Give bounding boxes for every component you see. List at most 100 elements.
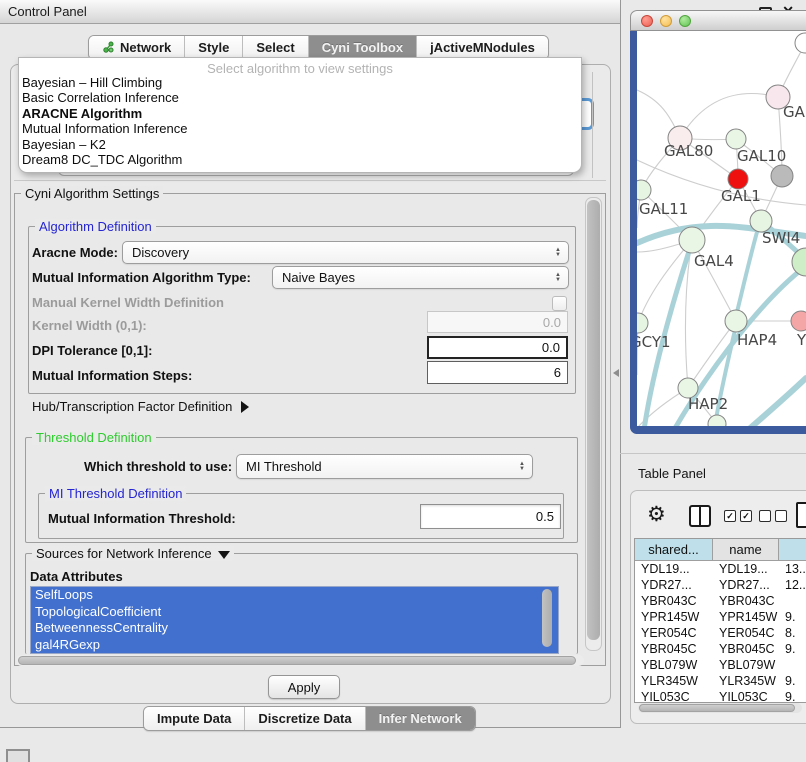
table-row-ypr145w[interactable]: YPR145WYPR145W9. [635,609,806,625]
algorithm-option-dream8-dc-tdc-algorithm[interactable]: Dream8 DC_TDC Algorithm [19,152,581,167]
expand-right-icon[interactable] [241,401,249,413]
network-edge[interactable] [638,240,692,323]
bottom-tab-discretize-data-label: Discretize Data [258,711,351,726]
node-attribute-table[interactable]: shared...name YDL19...YDL19...13...YDR27… [634,538,806,703]
network-edge-highlighted[interactable] [737,232,757,312]
zoom-traffic-light-icon[interactable] [679,15,691,27]
node-label-gal10: GAL10 [737,147,786,165]
table-row-ydr27[interactable]: YDR27...YDR27...12... [635,577,806,593]
which-threshold-select[interactable]: MI Threshold ▲▼ [236,454,533,479]
network-node-salmon-node[interactable] [791,311,806,331]
gear-icon[interactable]: ⚙ [647,502,666,527]
tab-network[interactable]: Network [89,36,184,59]
table-row-yer054c[interactable]: YER054CYER054C8. [635,625,806,641]
table-cell: 9. [779,689,806,703]
bottom-tab-discretize-data[interactable]: Discretize Data [244,707,364,730]
attribute-item-gal4rgexp[interactable]: gal4RGexp [31,637,558,654]
bottom-tab-bar: Impute Data Discretize Data Infer Network [143,706,476,731]
apply-button[interactable]: Apply [268,675,340,699]
node-label-gcy1: GCY1 [637,333,671,351]
table-cell: 12... [779,577,806,593]
hub-transcription-factor-section[interactable]: Hub/Transcription Factor Definition [32,399,249,414]
table-cell: YBR045C [635,641,713,657]
network-window-titlebar[interactable] [630,10,806,31]
mi-threshold-input[interactable]: 0.5 [420,504,561,529]
table-row-ybr043c[interactable]: YBR043CYBR043C [635,593,806,609]
node-label-gal80: GAL80 [664,142,713,160]
algorithm-dropdown-popup: Select algorithm to view settings Bayesi… [18,57,582,173]
collapse-down-icon[interactable] [218,551,230,559]
algorithm-option-mutual-information-inference[interactable]: Mutual Information Inference [19,121,581,136]
table-cell: 9. [779,609,806,625]
attribute-item-topologicalcoefficient[interactable]: TopologicalCoefficient [31,604,558,621]
network-edge-highlighted[interactable] [748,378,806,426]
mi-algorithm-type-label: Mutual Information Algorithm Type: [32,270,251,285]
column-header-2[interactable] [779,539,806,561]
column-header-name[interactable]: name [713,539,779,561]
settings-vertical-scrollbar[interactable] [585,197,602,651]
network-node-gcy1[interactable] [637,313,648,333]
control-panel-title: Control Panel [8,4,87,19]
dpi-tolerance-input[interactable]: 0.0 [427,336,568,359]
threshold-definition-title: Threshold Definition [32,430,156,445]
node-label-gal4: GAL4 [694,252,734,270]
tab-select-label: Select [256,40,294,55]
tab-network-label: Network [120,40,171,55]
algorithm-option-aracne-algorithm[interactable]: ARACNE Algorithm [19,106,581,121]
data-attributes-label: Data Attributes [30,569,123,584]
attribute-item-selfloops[interactable]: SelfLoops [31,587,558,604]
table-horizontal-scrollbar[interactable] [638,703,802,713]
aracne-mode-select[interactable]: Discovery ▲▼ [122,241,569,264]
select-columns-icon[interactable]: ✓✓ [724,510,752,522]
network-node-hap4[interactable] [725,310,747,332]
network-node-top-partial[interactable] [795,33,806,53]
data-attributes-list[interactable]: SelfLoopsTopologicalCoefficientBetweenne… [30,586,559,654]
table-cell: YDR27... [713,577,779,593]
table-cell [779,657,806,673]
control-panel-titlebar[interactable]: Control Panel [0,0,620,24]
column-header-shared[interactable]: shared... [635,539,713,561]
table-row-yil053c[interactable]: YIL053CYIL053C9. [635,689,806,703]
sources-title[interactable]: Sources for Network Inference [32,546,234,561]
table-cell: 8. [779,625,806,641]
network-node-gal10[interactable] [726,129,746,149]
attribute-item-betweennesscentrality[interactable]: BetweennessCentrality [31,620,558,637]
settings-horizontal-scrollbar[interactable] [16,655,584,666]
tab-jactivemnodules[interactable]: jActiveMNodules [416,36,548,59]
tab-style-label: Style [198,40,229,55]
node-label-hap2: HAP2 [688,395,728,413]
table-cell: YLR345W [635,673,713,689]
network-graph[interactable]: GAL7GAL80GAL10GAL1GAL11SWI4GAL4GCY1HAP4Y… [637,31,806,426]
deselect-columns-icon[interactable] [759,510,787,522]
tab-cyni-toolbox[interactable]: Cyni Toolbox [308,36,416,59]
table-row-ydl19[interactable]: YDL19...YDL19...13... [635,561,806,577]
tab-select[interactable]: Select [242,36,307,59]
network-node-gray-node[interactable] [771,165,793,187]
table-row-ylr345w[interactable]: YLR345WYLR345W9. [635,673,806,689]
node-label-gal1: GAL1 [721,187,761,205]
mi-steps-input[interactable]: 6 [427,361,568,384]
close-traffic-light-icon[interactable] [641,15,653,27]
document-icon[interactable] [796,502,806,528]
algorithm-option-basic-correlation-inference[interactable]: Basic Correlation Inference [19,90,581,105]
mi-algorithm-type-select[interactable]: Naive Bayes ▲▼ [272,266,569,289]
manual-kernel-width-checkbox[interactable] [552,296,567,311]
minimized-window-icon[interactable] [6,749,30,762]
aracne-mode-label: Aracne Mode: [32,245,118,260]
tab-style[interactable]: Style [184,36,242,59]
minimize-traffic-light-icon[interactable] [660,15,672,27]
table-row-ybl079w[interactable]: YBL079WYBL079W [635,657,806,673]
network-node-gal1[interactable] [728,169,748,189]
bottom-tab-infer-network[interactable]: Infer Network [365,707,475,730]
network-node-gal4[interactable] [679,227,705,253]
algorithm-option-bayesian-hill-climbing[interactable]: Bayesian – Hill Climbing [19,75,581,90]
split-view-icon[interactable] [689,505,711,527]
bottom-tab-impute-data[interactable]: Impute Data [144,707,244,730]
attributes-list-scrollbar[interactable] [541,589,553,650]
table-cell: YER054C [713,625,779,641]
table-row-ybr045c[interactable]: YBR045CYBR045C9. [635,641,806,657]
algorithm-option-bayesian-k2[interactable]: Bayesian – K2 [19,137,581,152]
split-pane-collapse-icon[interactable] [613,369,619,377]
table-cell: 9. [779,641,806,657]
network-view-canvas[interactable]: GAL7GAL80GAL10GAL1GAL11SWI4GAL4GCY1HAP4Y… [637,31,806,426]
